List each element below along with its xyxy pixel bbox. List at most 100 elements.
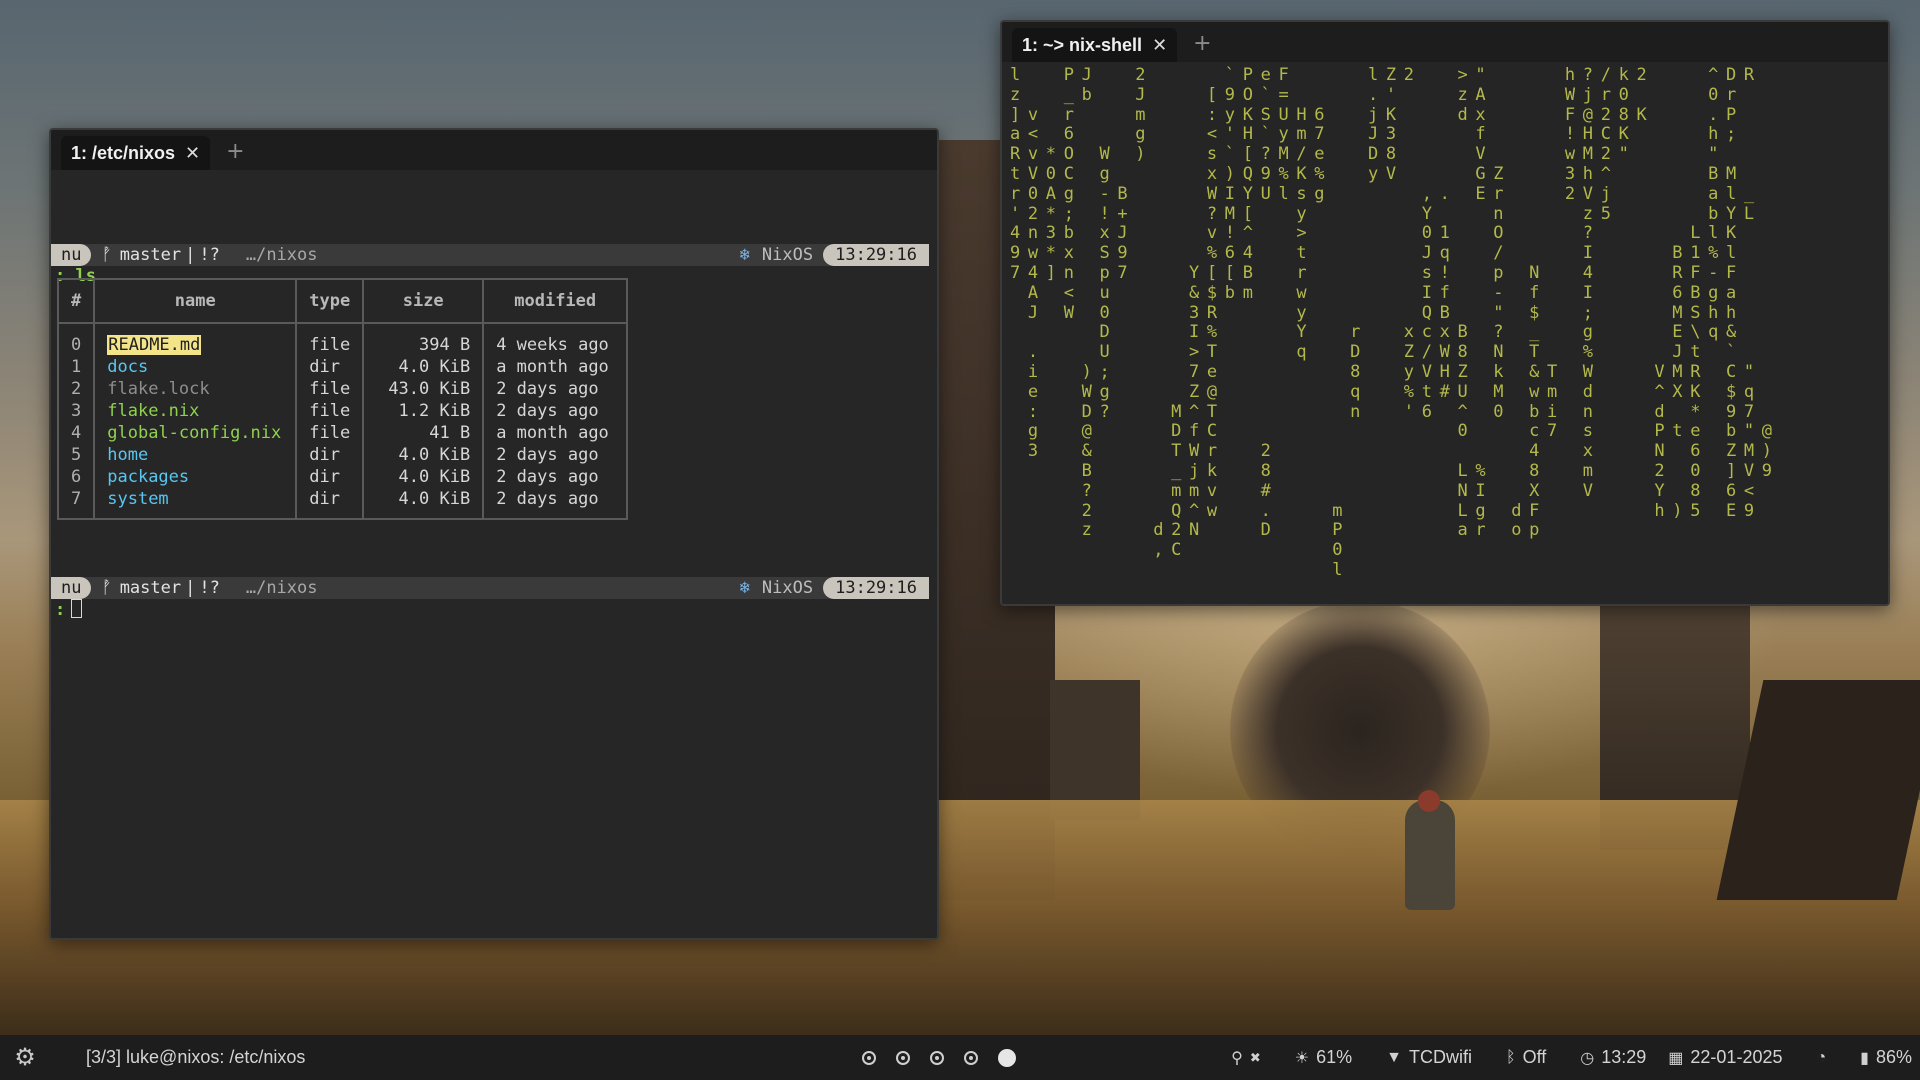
table-row: 0 README.md file 394 B 4 weeks ago bbox=[56, 323, 629, 356]
rain-column: v < v V 0 2 n w 4 A J . i e : g 3 bbox=[1027, 104, 1039, 462]
rain-column: B R 6 M E J M X t ) bbox=[1672, 243, 1683, 521]
bluetooth-status: Off bbox=[1522, 1047, 1547, 1067]
date-value: 22-01-2025 bbox=[1690, 1047, 1783, 1067]
row-type: dir bbox=[295, 488, 365, 520]
rain-column: h W F ! w 3 2 bbox=[1564, 65, 1576, 204]
row-type: file bbox=[295, 422, 365, 444]
gear-icon[interactable]: ⚙ bbox=[0, 1043, 50, 1072]
rain-column: D r P ; M l Y K l F a h & ` C $ 9 b Z ] … bbox=[1726, 65, 1737, 521]
table-header: name bbox=[93, 278, 298, 324]
workspace-5-button[interactable] bbox=[998, 1048, 1016, 1067]
tab-etc-nixos[interactable]: 1: /etc/nixos ✕ bbox=[61, 136, 211, 170]
matrix-rain-output[interactable]: l z ] a R t r ' 4 9 7 v < v V 0 2 n w 4 … bbox=[1002, 62, 1888, 604]
file-name: README.md bbox=[107, 335, 202, 355]
clock-time: 13:29 bbox=[1601, 1047, 1647, 1067]
wallpaper-figure bbox=[1405, 800, 1455, 910]
table-header: size bbox=[362, 278, 485, 324]
tab-nix-shell[interactable]: 1: ~> nix-shell ✕ bbox=[1012, 28, 1178, 62]
rain-column: e ` S ` ? 9 U 2 8 # . D bbox=[1260, 65, 1271, 541]
terminal-content[interactable]: nu ᚡ master | !? …/nixos ❄ NixOS 13:29:1… bbox=[51, 170, 937, 938]
file-name: flake.nix bbox=[107, 401, 200, 421]
row-name: flake.nix bbox=[93, 400, 298, 422]
row-type: dir bbox=[295, 466, 365, 488]
workspace-1-button[interactable] bbox=[862, 1050, 876, 1065]
table-row: 6 packages dir 4.0 KiB 2 days ago bbox=[56, 466, 629, 488]
rain-column: Z r n O / p - " ? N k M 0 bbox=[1493, 163, 1504, 422]
brightness-module[interactable]: ☀ 61% bbox=[1295, 1047, 1352, 1068]
table-row: 7 system dir 4.0 KiB 2 days ago bbox=[56, 488, 629, 520]
bluetooth-module[interactable]: ᛒ Off bbox=[1506, 1047, 1546, 1068]
rain-column: 2 J m g ) bbox=[1135, 65, 1146, 165]
rain-column: T m i 7 bbox=[1547, 361, 1558, 442]
rain-column: B + J 9 7 bbox=[1117, 183, 1128, 283]
table-row: 5 home dir 4.0 KiB 2 days ago bbox=[56, 444, 629, 466]
row-index: 3 bbox=[56, 400, 96, 422]
row-modified: 2 days ago bbox=[482, 378, 629, 400]
battery-icon: ▮ bbox=[1860, 1049, 1869, 1067]
row-type: file bbox=[295, 400, 365, 422]
row-name: README.md bbox=[93, 323, 298, 356]
rain-column: R _ L " q 7 " M V < 9 bbox=[1743, 65, 1755, 521]
prompt-line: nu ᚡ master | !? …/nixos ❄ NixOS 13:29:1… bbox=[51, 577, 929, 599]
new-tab-button[interactable]: + bbox=[1193, 31, 1211, 56]
ls-output-table: # name type size modified 0 README.md fi… bbox=[56, 278, 629, 520]
rain-column: > z d B 8 Z U ^ 0 L N L a bbox=[1457, 65, 1468, 541]
row-name: packages bbox=[93, 466, 298, 488]
rain-column: m P 0 l bbox=[1332, 500, 1343, 580]
cpu-module[interactable]: ◔ bbox=[1816, 1049, 1826, 1067]
row-size: 1.2 KiB bbox=[362, 400, 485, 422]
row-index: 0 bbox=[56, 323, 96, 356]
workspace-4-button[interactable] bbox=[964, 1050, 978, 1065]
clock-module[interactable]: ◷ 13:29 bbox=[1580, 1047, 1646, 1068]
row-modified: a month ago bbox=[482, 422, 629, 444]
workspace-indicators bbox=[862, 1048, 1016, 1067]
terminal-window-nixos[interactable]: 1: /etc/nixos ✕ + nu ᚡ master | !? …/nix… bbox=[49, 128, 939, 940]
terminal-window-nix-shell[interactable]: 1: ~> nix-shell ✕ + l z ] a R t r ' 4 9 … bbox=[1000, 20, 1890, 606]
row-index: 5 bbox=[56, 444, 96, 466]
row-index: 4 bbox=[56, 422, 96, 444]
workspace-2-button[interactable] bbox=[896, 1050, 910, 1065]
close-icon[interactable]: ✕ bbox=[1152, 35, 1167, 56]
row-size: 4.0 KiB bbox=[362, 466, 485, 488]
rain-column: 6 7 e % g bbox=[1314, 104, 1325, 204]
row-modified: 2 days ago bbox=[482, 444, 629, 466]
rain-column: J b ) W D @ & B ? 2 z bbox=[1081, 65, 1092, 541]
microphone-module[interactable]: ⚲ ✖ bbox=[1231, 1048, 1261, 1068]
battery-module[interactable]: ▮ 86% bbox=[1860, 1047, 1912, 1068]
command-line-active[interactable]: : bbox=[55, 599, 83, 620]
row-modified: a month ago bbox=[482, 356, 629, 378]
close-icon[interactable]: ✕ bbox=[185, 143, 200, 164]
workspace-3-button[interactable] bbox=[930, 1050, 944, 1065]
wifi-network: TCDwifi bbox=[1408, 1047, 1472, 1067]
rain-column: d , bbox=[1153, 520, 1164, 561]
rain-column: Z ' K 3 8 V bbox=[1385, 65, 1397, 184]
git-status: !? bbox=[199, 578, 220, 598]
row-name: system bbox=[93, 488, 298, 520]
os-name: NixOS bbox=[761, 245, 814, 265]
row-size: 4.0 KiB bbox=[362, 444, 485, 466]
new-tab-button[interactable]: + bbox=[226, 139, 244, 164]
git-status: !? bbox=[199, 245, 220, 265]
rain-column: P O K H [ Q Y [ ^ 4 B m bbox=[1242, 65, 1253, 303]
battery-value: 86% bbox=[1875, 1047, 1912, 1067]
table-header: modified bbox=[482, 278, 629, 324]
row-name: docs bbox=[93, 356, 298, 378]
wifi-module[interactable]: ▼ TCDwifi bbox=[1386, 1047, 1472, 1068]
tab-bar: 1: ~> nix-shell ✕ + bbox=[1002, 22, 1888, 62]
rain-column: N f $ _ T & w b c 4 8 X F p bbox=[1529, 262, 1540, 541]
rain-column: [ : < s x W ? v % [ $ R % T e @ T C r k … bbox=[1206, 84, 1218, 521]
rain-column: H m / K s y > t r w y Y q bbox=[1296, 104, 1307, 363]
row-index: 7 bbox=[56, 488, 96, 520]
git-branch: master bbox=[119, 578, 182, 598]
clock-icon: ◷ bbox=[1580, 1049, 1595, 1067]
text-cursor bbox=[71, 599, 83, 618]
prompt-path: …/nixos bbox=[245, 245, 318, 265]
rain-column: / r 2 C 2 ^ j 5 bbox=[1600, 65, 1611, 224]
table-row: 3 flake.nix file 1.2 KiB 2 days ago bbox=[56, 400, 629, 422]
dir-name: docs bbox=[107, 357, 149, 377]
git-branch: master bbox=[119, 245, 182, 265]
date-module[interactable]: ▦ 22-01-2025 bbox=[1668, 1047, 1782, 1068]
tab-bar: 1: /etc/nixos ✕ + bbox=[51, 130, 937, 170]
row-size: 43.0 KiB bbox=[362, 378, 485, 400]
rain-column: , Y 0 J s I Q c / V t 6 bbox=[1421, 183, 1432, 422]
